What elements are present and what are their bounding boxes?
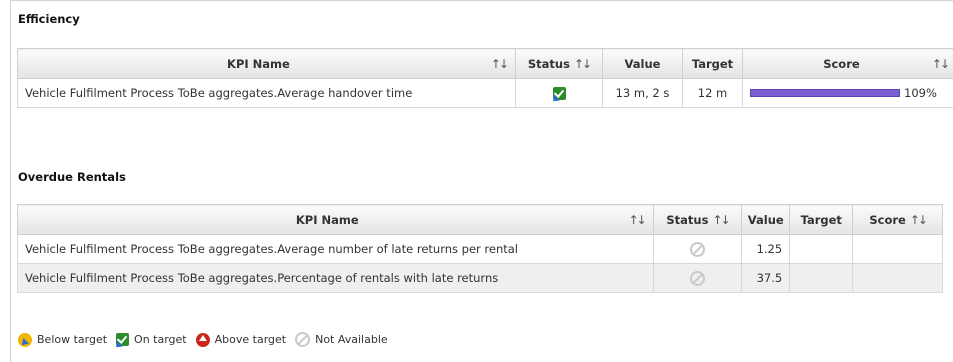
column-header-target[interactable]: Target	[682, 48, 743, 79]
sort-icon[interactable]: ↑↓	[629, 213, 647, 227]
efficiency-table: KPI Name ↑↓ Status ↑↓ Value Target Score ↑…	[17, 48, 953, 108]
column-header-kpi-name[interactable]: KPI Name ↑↓	[17, 48, 516, 79]
above-target-icon	[195, 332, 210, 347]
score-cell	[852, 263, 943, 293]
column-header-score[interactable]: Score ↑↓	[742, 48, 953, 79]
sort-icon[interactable]: ↑↓	[574, 57, 592, 71]
kpi-name-cell[interactable]: Vehicle Fulfilment Process ToBe aggregat…	[17, 263, 654, 293]
status-legend: Below target On target Above target Not …	[18, 332, 397, 351]
kpi-name-cell[interactable]: Vehicle Fulfilment Process ToBe aggregat…	[17, 234, 654, 264]
target-cell: 12 m	[682, 78, 743, 108]
value-cell: 13 m, 2 s	[602, 78, 683, 108]
status-cell	[515, 78, 603, 108]
below-target-icon	[18, 332, 32, 347]
score-percent: 109%	[904, 86, 937, 100]
score-cell	[852, 234, 943, 264]
column-header-kpi-name[interactable]: KPI Name ↑↓	[17, 204, 654, 235]
sort-icon[interactable]: ↑↓	[712, 213, 730, 227]
kpi-name-cell[interactable]: Vehicle Fulfilment Process ToBe aggregat…	[17, 78, 516, 108]
column-header-score[interactable]: Score ↑↓	[852, 204, 943, 235]
legend-item-above-target: Above target	[195, 332, 286, 347]
legend-item-not-available: Not Available	[295, 332, 388, 347]
not-available-icon	[295, 332, 311, 347]
table-row[interactable]: Vehicle Fulfilment Process ToBe aggregat…	[17, 263, 943, 293]
column-header-value[interactable]: Value	[741, 204, 791, 235]
overdue-rentals-table: KPI Name ↑↓ Status ↑↓ Value Target Score …	[17, 204, 943, 293]
score-bar	[750, 89, 900, 97]
table-row[interactable]: Vehicle Fulfilment Process ToBe aggregat…	[17, 78, 953, 108]
target-cell	[789, 263, 854, 293]
column-header-target[interactable]: Target	[789, 204, 854, 235]
value-cell: 1.25	[741, 234, 791, 264]
column-header-value[interactable]: Value	[602, 48, 683, 79]
on-target-icon	[549, 87, 566, 105]
value-cell: 37.5	[741, 263, 791, 293]
not-available-icon	[689, 270, 705, 286]
sort-icon[interactable]: ↑↓	[491, 57, 509, 71]
legend-item-on-target: On target	[113, 333, 187, 351]
legend-item-below-target: Below target	[18, 332, 107, 347]
section-title-efficiency: Efficiency	[18, 12, 80, 26]
score-cell: 109%	[742, 78, 953, 108]
sort-icon[interactable]: ↑↓	[932, 57, 950, 71]
not-available-icon	[689, 241, 705, 257]
column-header-status[interactable]: Status ↑↓	[515, 48, 603, 79]
target-cell	[789, 234, 854, 264]
sort-icon[interactable]: ↑↓	[910, 213, 928, 227]
status-cell	[652, 234, 743, 264]
on-target-icon	[113, 333, 130, 351]
status-cell	[652, 263, 743, 293]
column-header-status[interactable]: Status ↑↓	[652, 204, 743, 235]
section-title-overdue-rentals: Overdue Rentals	[18, 170, 126, 184]
table-row[interactable]: Vehicle Fulfilment Process ToBe aggregat…	[17, 234, 943, 264]
